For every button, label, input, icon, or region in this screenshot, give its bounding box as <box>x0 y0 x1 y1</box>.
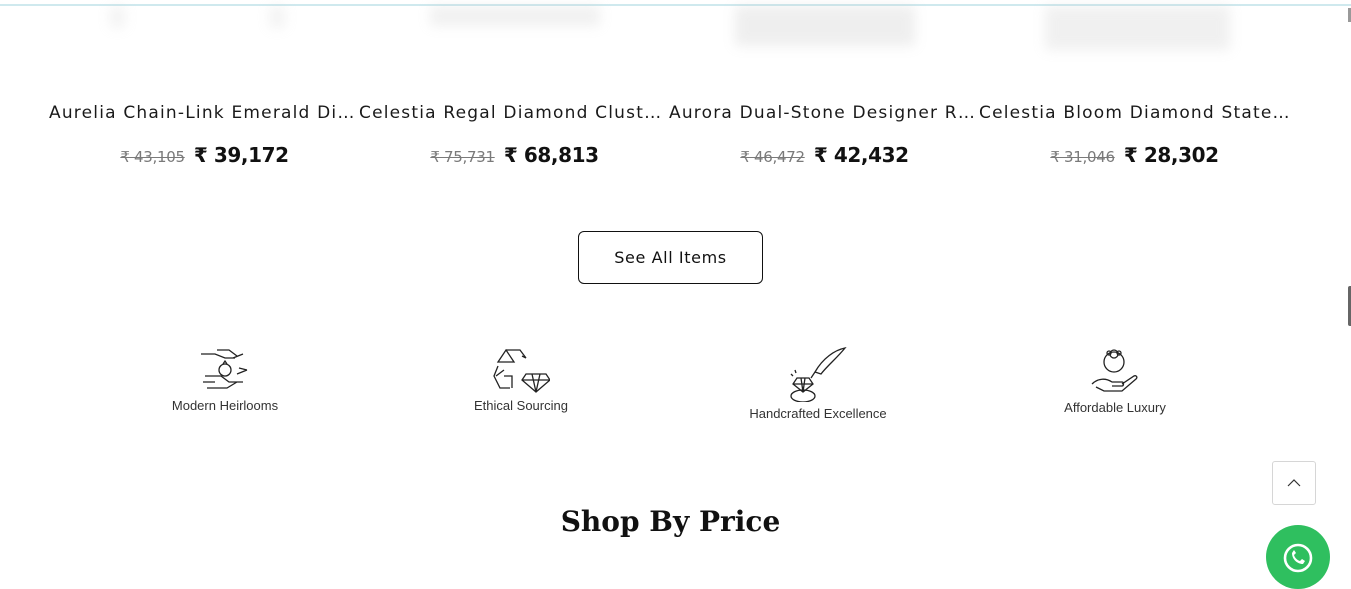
product-prices: ₹ 46,472 ₹ 42,432 <box>669 142 980 168</box>
product-card[interactable]: Aurora Dual-Stone Designer Ring ₹ 46,472… <box>669 100 980 168</box>
original-price: ₹ 46,472 <box>740 148 805 166</box>
product-prices: ₹ 75,731 ₹ 68,813 <box>359 142 670 168</box>
chevron-up-icon <box>1287 479 1301 487</box>
sale-price: ₹ 39,172 <box>193 143 289 167</box>
sale-price: ₹ 42,432 <box>813 143 909 167</box>
product-image[interactable] <box>430 6 600 26</box>
product-image[interactable] <box>1045 6 1230 50</box>
heirloom-hands-icon <box>201 349 248 389</box>
product-name[interactable]: Celestia Bloom Diamond Statem… <box>979 100 1290 126</box>
feature-label: Modern Heirlooms <box>171 398 279 413</box>
feature-label: Ethical Sourcing <box>474 398 568 413</box>
whatsapp-chat-button[interactable] <box>1266 525 1330 589</box>
recycle-diamond-icon <box>493 348 550 393</box>
original-price: ₹ 31,046 <box>1050 148 1115 166</box>
product-card[interactable]: Aurelia Chain-Link Emerald Diam… ₹ 43,10… <box>49 100 360 168</box>
ring-quill-icon <box>790 347 847 402</box>
whatsapp-icon <box>1283 543 1313 573</box>
sale-price: ₹ 28,302 <box>1123 143 1219 167</box>
product-card[interactable]: Celestia Bloom Diamond Statem… ₹ 31,046 … <box>979 100 1290 168</box>
sale-price: ₹ 68,813 <box>503 143 599 167</box>
original-price: ₹ 43,105 <box>120 148 185 166</box>
feature-ethical-sourcing: Ethical Sourcing <box>411 346 631 413</box>
product-prices: ₹ 43,105 ₹ 39,172 <box>49 142 360 168</box>
hand-ring-icon <box>1091 349 1138 392</box>
product-name[interactable]: Aurelia Chain-Link Emerald Diam… <box>49 100 360 126</box>
product-name[interactable]: Celestia Regal Diamond Cluster … <box>359 100 670 126</box>
section-heading: Shop By Price <box>560 505 781 538</box>
feature-affordable-luxury: Affordable Luxury <box>1005 346 1225 415</box>
product-prices: ₹ 31,046 ₹ 28,302 <box>979 142 1290 168</box>
product-image[interactable] <box>110 6 300 28</box>
original-price: ₹ 75,731 <box>430 148 495 166</box>
see-all-items-button[interactable]: See All Items <box>578 231 763 284</box>
product-card[interactable]: Celestia Regal Diamond Cluster … ₹ 75,73… <box>359 100 670 168</box>
feature-handcrafted-excellence: Handcrafted Excellence <box>708 346 928 421</box>
feature-label: Affordable Luxury <box>1064 400 1166 415</box>
product-image[interactable] <box>735 6 915 46</box>
scroll-to-top-button[interactable] <box>1272 461 1316 505</box>
product-name[interactable]: Aurora Dual-Stone Designer Ring <box>669 100 980 126</box>
feature-modern-heirlooms: Modern Heirlooms <box>115 346 335 413</box>
feature-label: Handcrafted Excellence <box>749 406 887 421</box>
